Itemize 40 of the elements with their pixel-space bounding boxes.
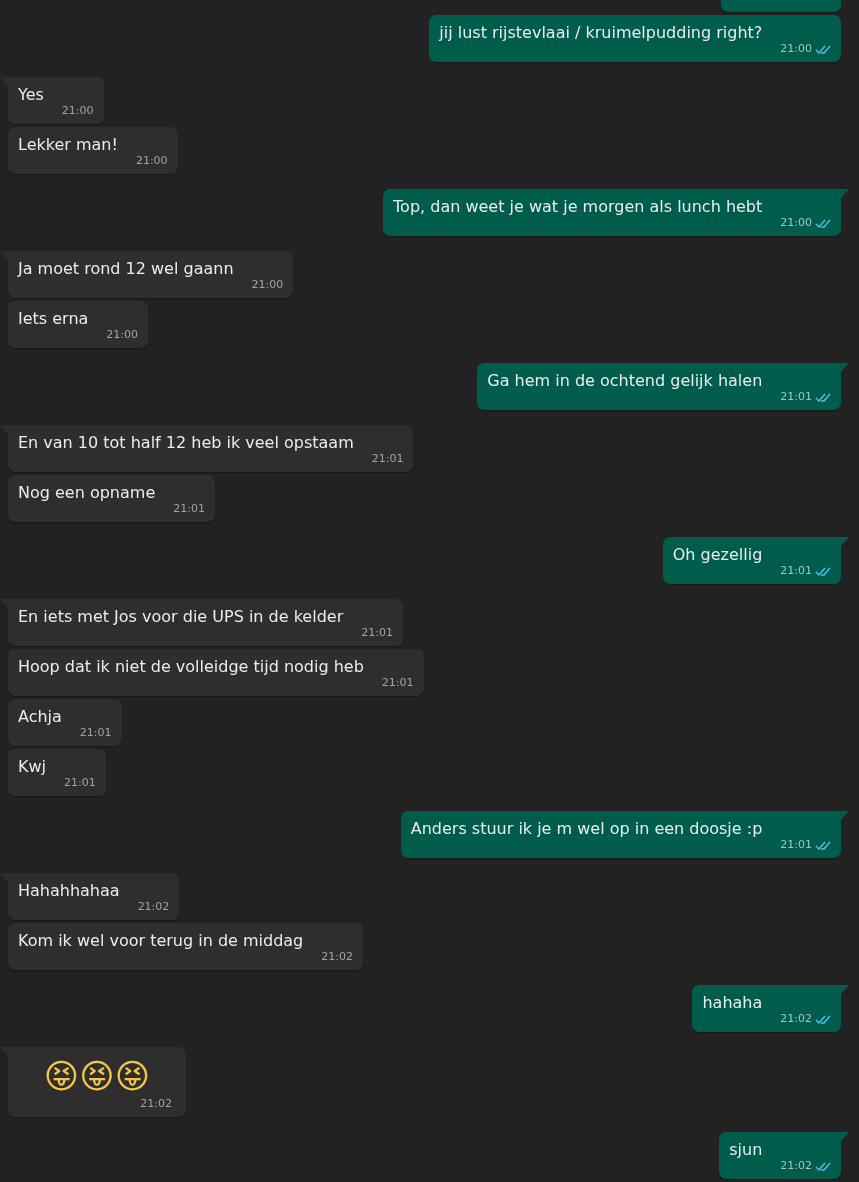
message-time: 21:01 [381, 676, 414, 690]
message-time: 21:02 [780, 1012, 812, 1026]
message-text: En van 10 tot half 12 heb ik veel opstaam [18, 432, 354, 454]
message-time: 21:00 [780, 42, 812, 56]
message-text: Top, dan weet je wat je morgen als lunch hebt [393, 196, 763, 218]
message-time: 21:01 [79, 726, 112, 740]
message-time: 21:01 [361, 626, 393, 640]
message-time: 21:01 [780, 838, 812, 852]
message-time: 21:01 [173, 502, 205, 516]
emoji-message: 😝😝😝 [42, 1055, 152, 1097]
message-text: jij lust rijstevlaai / kruimelpudding right? [439, 22, 763, 44]
message-text: Hahahhahaa [18, 880, 120, 902]
message-time: 21:00 [780, 216, 812, 230]
message-text: Hoop dat ik niet de volleidge tijd nodig heb [18, 656, 364, 678]
message-text: hahaha [702, 992, 763, 1014]
message-time: 21:02 [780, 1159, 812, 1173]
message-text: Yes [18, 84, 44, 106]
message-time: 21:01 [780, 564, 812, 578]
message-time: 21:01 [371, 452, 404, 466]
message-text: Anders stuur ik je m wel op in een doosje :p [410, 818, 763, 840]
message-text: Iets erna [18, 308, 89, 330]
message-text: Ga hem in de ochtend gelijk halen [487, 370, 763, 392]
message-text: Nog een opname [18, 482, 156, 504]
message-time: 21:02 [137, 900, 170, 914]
message-time: 21:00 [61, 104, 94, 118]
message-time: 21:00 [251, 278, 284, 292]
message-text: Ja moet rond 12 wel gaann [18, 258, 234, 280]
message-time: 21:00 [135, 154, 168, 168]
message-time: 21:01 [64, 776, 96, 790]
message-time: 21:00 [106, 328, 139, 342]
message-text: sjun [729, 1139, 763, 1161]
message-text: Oh gezellig [672, 544, 763, 566]
message-time: 21:02 [321, 950, 353, 964]
message-text: Lekker man! [18, 134, 118, 156]
message-text: Kom ik wel voor terug in de middag [18, 930, 304, 952]
message-time: 21:01 [780, 390, 812, 404]
message-text: En iets met Jos voor die UPS in de kelder [18, 606, 344, 628]
message-text: Kwj [18, 756, 47, 778]
message-time: 21:02 [140, 1097, 172, 1111]
message-text: Achja [18, 706, 62, 728]
